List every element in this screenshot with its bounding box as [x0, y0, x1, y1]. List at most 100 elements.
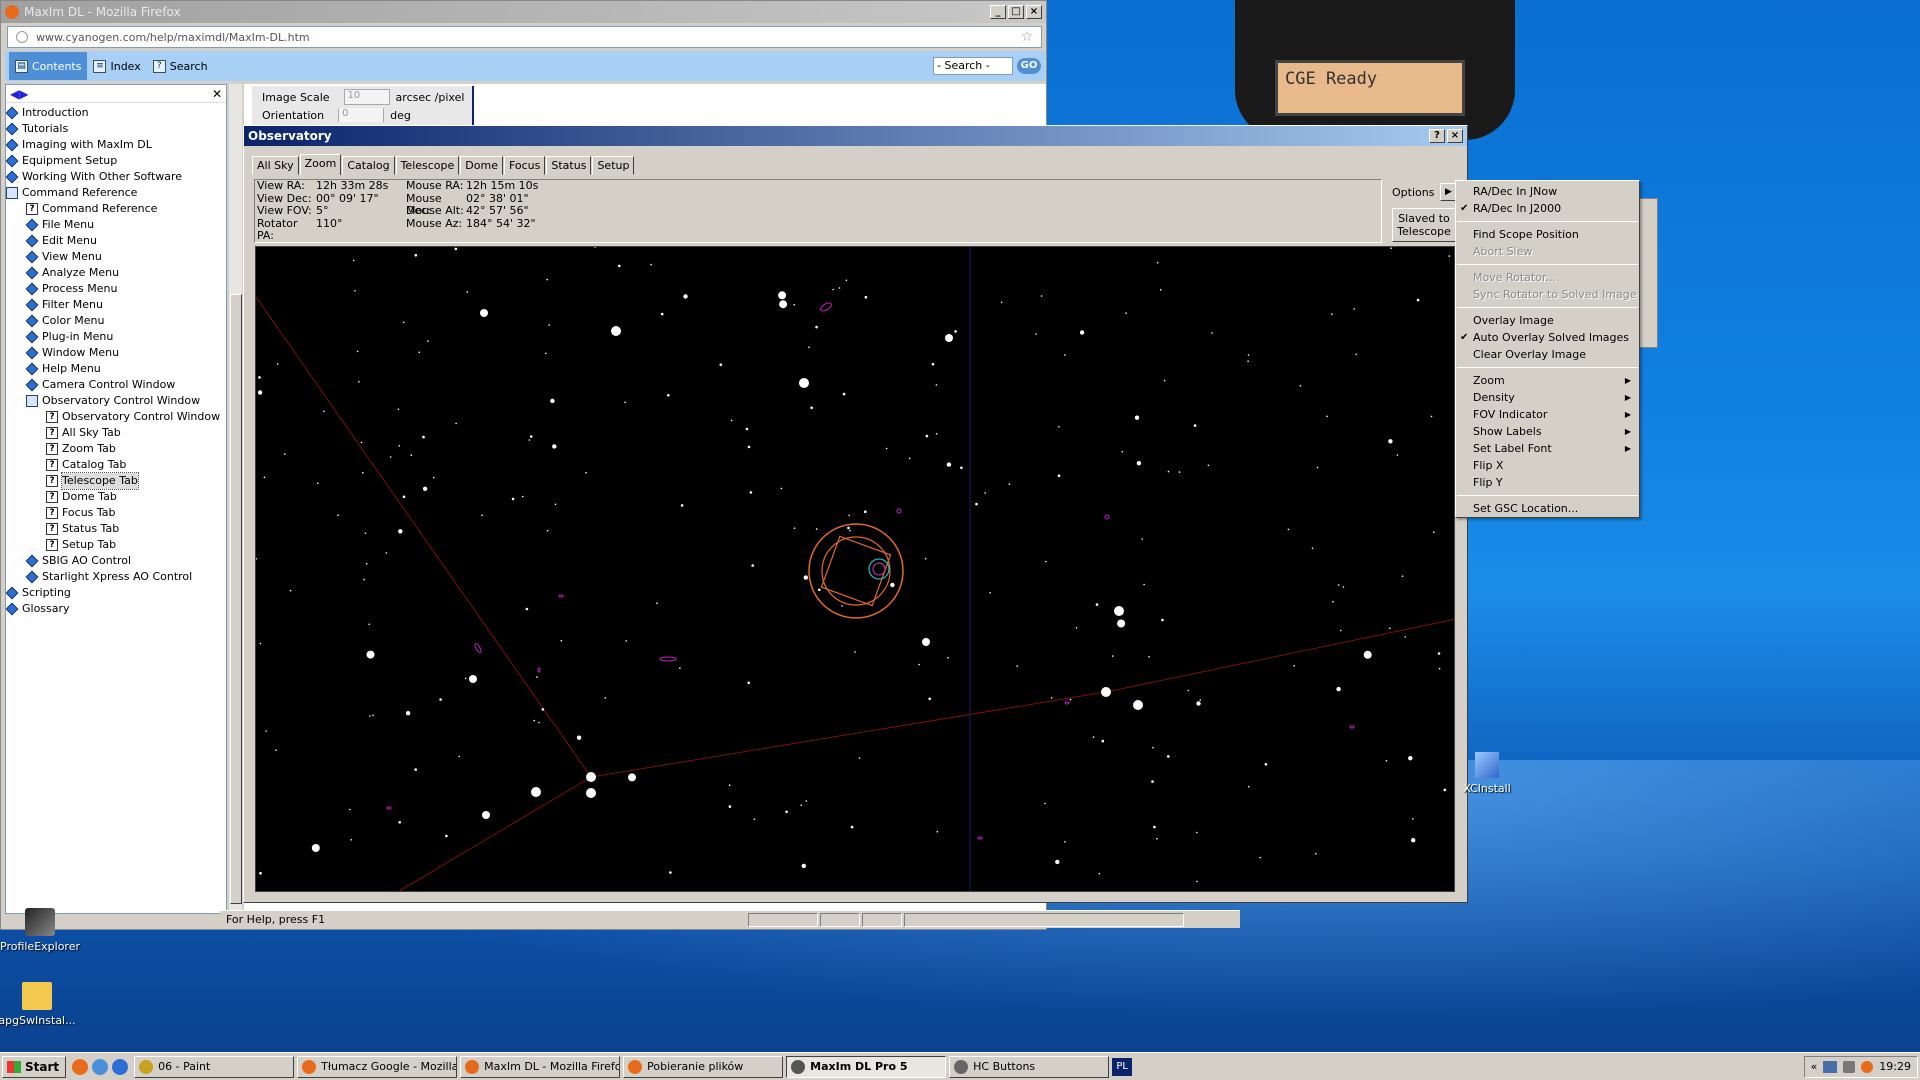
toc-item[interactable]: ? Observatory Control Window	[6, 409, 226, 425]
toc-item[interactable]: ? Focus Tab	[6, 505, 226, 521]
tab-telescope[interactable]: Telescope	[395, 156, 460, 175]
toc-item[interactable]: Camera Control Window	[6, 377, 226, 393]
toc-item[interactable]: View Menu	[6, 249, 226, 265]
toc-item[interactable]: ? Zoom Tab	[6, 441, 226, 457]
toc-item[interactable]: Command Reference	[6, 185, 226, 201]
toc-item[interactable]: Working With Other Software	[6, 169, 226, 185]
menu-item-set-label-font[interactable]: Set Label Font ▶	[1456, 440, 1639, 457]
toc-item[interactable]: Observatory Control Window	[6, 393, 226, 409]
tab-focus[interactable]: Focus	[503, 156, 546, 175]
tab-search[interactable]: ? Search	[147, 52, 214, 80]
toc-item[interactable]: ? Catalog Tab	[6, 457, 226, 473]
taskbar-button[interactable]: MaxIm DL Pro 5	[786, 1055, 947, 1078]
toc-item[interactable]: Analyze Menu	[6, 265, 226, 281]
language-indicator[interactable]: PL	[1112, 1057, 1133, 1076]
toc-item[interactable]: ? Command Reference	[6, 201, 226, 217]
taskbar-button[interactable]: MaxIm DL - Mozilla Firefox	[460, 1055, 621, 1078]
taskbar-button[interactable]: Pobieranie plików	[623, 1055, 784, 1078]
toc-scrollbar[interactable]	[228, 84, 242, 914]
site-identity-icon[interactable]	[16, 31, 28, 43]
volume-icon[interactable]	[1843, 1060, 1856, 1073]
menu-item-overlay-image[interactable]: Overlay Image	[1456, 312, 1639, 329]
toc-item[interactable]: File Menu	[6, 217, 226, 233]
close-button[interactable]: ×	[1447, 129, 1463, 143]
options-button[interactable]: Options ▶	[1389, 181, 1465, 203]
toc-item[interactable]: Filter Menu	[6, 297, 226, 313]
toc-scroll-thumb[interactable]	[230, 294, 242, 904]
menu-separator	[1457, 307, 1638, 308]
firefox-titlebar[interactable]: MaxIm DL - Mozilla Firefox _ □ ×	[1, 1, 1046, 23]
taskbar-button[interactable]: 06 - Paint	[134, 1055, 295, 1078]
toc-item[interactable]: Process Menu	[6, 281, 226, 297]
close-button[interactable]: ×	[1026, 5, 1042, 19]
toc-item[interactable]: Plug-in Menu	[6, 329, 226, 345]
slaved-to-telescope-button[interactable]: Slaved to Telescope	[1392, 208, 1456, 242]
bookmark-star-icon[interactable]: ☆	[1020, 29, 1033, 45]
menu-item-find-scope-position[interactable]: Find Scope Position	[1456, 226, 1639, 243]
menu-item-zoom[interactable]: Zoom ▶	[1456, 372, 1639, 389]
close-pane-icon[interactable]: ✕	[212, 87, 222, 101]
tab-dome[interactable]: Dome	[460, 156, 503, 175]
menu-item-ra-dec-in-jnow[interactable]: RA/Dec In JNow	[1456, 183, 1639, 200]
star	[541, 708, 545, 711]
tab-setup[interactable]: Setup	[592, 156, 635, 175]
toc-item[interactable]: Edit Menu	[6, 233, 226, 249]
minimize-button[interactable]: _	[990, 5, 1006, 19]
menu-item-flip-y[interactable]: Flip Y	[1456, 474, 1639, 491]
tab-zoom[interactable]: Zoom	[299, 154, 342, 175]
menu-item-fov-indicator[interactable]: FOV Indicator ▶	[1456, 406, 1639, 423]
menu-item-flip-x[interactable]: Flip X	[1456, 457, 1639, 474]
observatory-titlebar[interactable]: Observatory ? ×	[244, 126, 1467, 146]
menu-item-density[interactable]: Density ▶	[1456, 389, 1639, 406]
menu-item-show-labels[interactable]: Show Labels ▶	[1456, 423, 1639, 440]
sky-map[interactable]	[255, 246, 1455, 892]
back-forward-arrows-icon[interactable]: ◀▶	[10, 87, 28, 101]
toc-item[interactable]: Equipment Setup	[6, 153, 226, 169]
menu-item-auto-overlay-solved-images[interactable]: ✔ Auto Overlay Solved Images	[1456, 329, 1639, 346]
tab-status[interactable]: Status	[546, 156, 592, 175]
toc-item[interactable]: Color Menu	[6, 313, 226, 329]
toc-item[interactable]: ? All Sky Tab	[6, 425, 226, 441]
toc-item[interactable]: Starlight Xpress AO Control	[6, 569, 226, 585]
network-icon[interactable]	[1823, 1060, 1838, 1073]
tab-contents[interactable]: ▤ Contents	[9, 52, 88, 80]
desktop-icon-profileexplorer[interactable]: ProfileExplorer	[0, 908, 80, 953]
url-bar[interactable]: www.cyanogen.com/help/maximdl/MaxIm-DL.h…	[7, 26, 1042, 48]
star	[350, 839, 352, 841]
toc-item[interactable]: ? Setup Tab	[6, 537, 226, 553]
go-button[interactable]: GO	[1017, 58, 1041, 74]
toc-item[interactable]: Scripting	[6, 585, 226, 601]
menu-item-set-gsc-location[interactable]: Set GSC Location...	[1456, 500, 1639, 517]
toc-item[interactable]: Imaging with MaxIm DL	[6, 137, 226, 153]
taskbar-button[interactable]: Tłumacz Google - Mozilla ...	[297, 1055, 458, 1078]
toc-item[interactable]: ? Dome Tab	[6, 489, 226, 505]
tab-index[interactable]: ≡ Index	[87, 52, 146, 80]
toc-item[interactable]: Glossary	[6, 601, 226, 617]
bright-star	[1101, 687, 1111, 697]
toc-item[interactable]: Window Menu	[6, 345, 226, 361]
info-row: Rotator PA: 110° Mouse Az: 184° 54' 32"	[255, 217, 1381, 242]
sky-map-canvas[interactable]	[256, 247, 1455, 892]
toc-item[interactable]: Help Menu	[6, 361, 226, 377]
start-button[interactable]: Start	[2, 1055, 67, 1078]
tray-expand-icon[interactable]: «	[1811, 1060, 1818, 1073]
toc-item[interactable]: Tutorials	[6, 121, 226, 137]
help-search-input[interactable]: - Search -	[933, 57, 1013, 75]
menu-item-clear-overlay-image[interactable]: Clear Overlay Image	[1456, 346, 1639, 363]
firefox-tray-icon[interactable]	[1861, 1060, 1874, 1073]
toc-item[interactable]: ? Status Tab	[6, 521, 226, 537]
taskbar-button[interactable]: HC Buttons	[949, 1055, 1110, 1078]
toc-item[interactable]: SBIG AO Control	[6, 553, 226, 569]
ie-launch-icon[interactable]	[112, 1058, 129, 1075]
tab-all-sky[interactable]: All Sky	[252, 156, 299, 175]
desktop-icon-xcinstall[interactable]: XCInstall	[1447, 752, 1527, 795]
toc-item[interactable]: ? Telescope Tab	[6, 472, 226, 490]
tab-catalog[interactable]: Catalog	[342, 156, 395, 175]
toc-item[interactable]: Introduction	[6, 105, 226, 121]
menu-item-ra-dec-in-j2000[interactable]: ✔ RA/Dec In J2000	[1456, 200, 1639, 217]
maximize-button[interactable]: □	[1008, 5, 1024, 19]
browser-launch-icon[interactable]	[92, 1058, 109, 1075]
desktop-icon-apgswinstal[interactable]: apgSwInstal...	[0, 982, 77, 1027]
help-button[interactable]: ?	[1429, 129, 1445, 143]
firefox-launch-icon[interactable]	[72, 1058, 89, 1075]
